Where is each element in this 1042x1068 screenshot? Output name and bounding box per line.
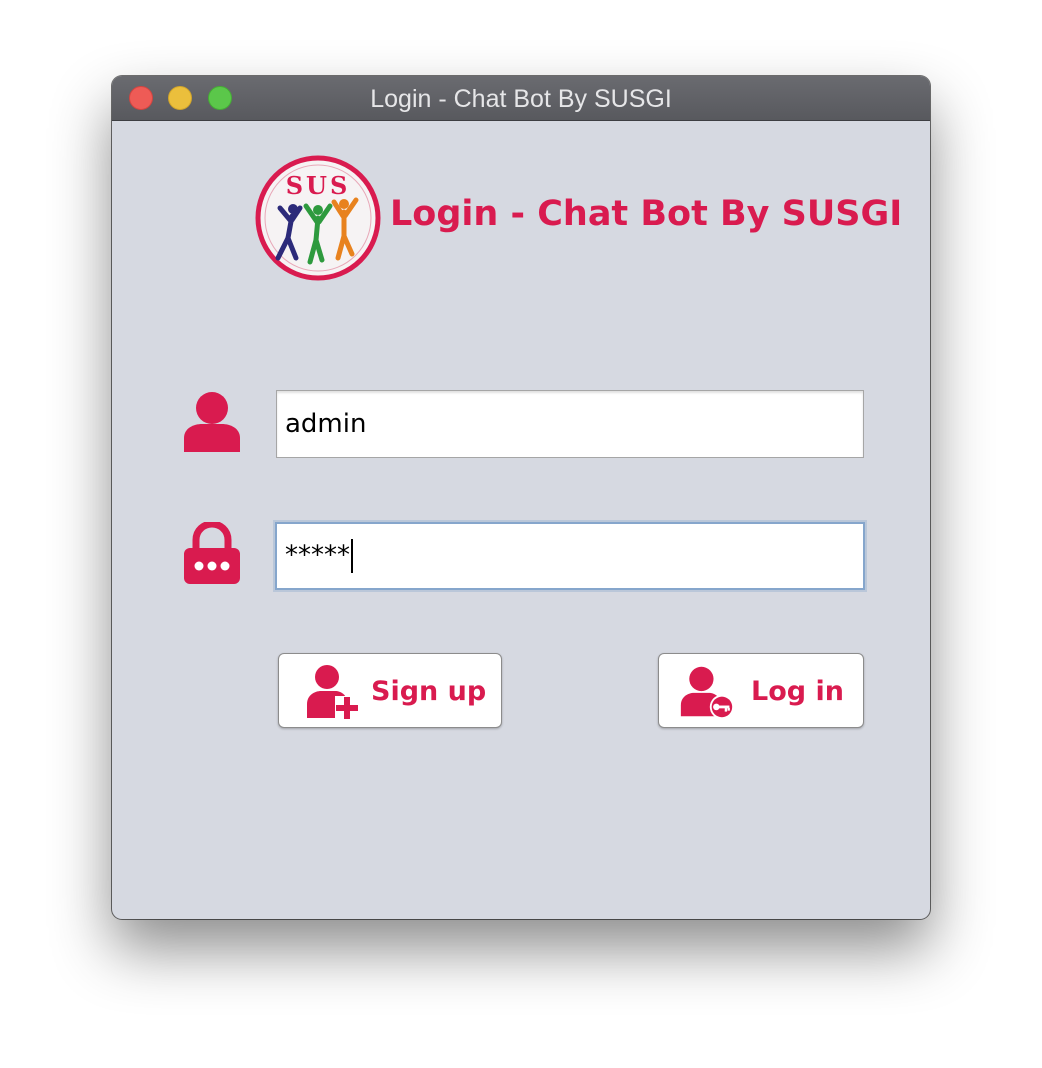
username-value: admin — [285, 409, 367, 439]
page-title: Login - Chat Bot By SUSGI — [390, 194, 903, 234]
user-icon — [184, 392, 240, 452]
add-user-icon — [307, 665, 359, 720]
password-text-wrap: ***** — [285, 539, 353, 573]
login-button-label: Log in — [751, 676, 844, 707]
text-caret — [351, 539, 353, 573]
user-key-icon — [680, 666, 735, 720]
login-button[interactable]: Log in — [658, 653, 864, 728]
susgi-logo: SUS — [255, 155, 381, 281]
login-window: Login - Chat Bot By SUSGI SUS Login - Ch… — [112, 76, 930, 919]
title-bar[interactable]: Login - Chat Bot By SUSGI — [112, 76, 930, 121]
username-field[interactable]: admin — [276, 390, 864, 458]
password-field[interactable]: ***** — [275, 522, 865, 590]
signup-button-label: Sign up — [371, 676, 487, 707]
window-title: Login - Chat Bot By SUSGI — [370, 85, 672, 113]
signup-button[interactable]: Sign up — [278, 653, 502, 728]
lock-icon — [184, 522, 240, 584]
password-value: ***** — [285, 540, 350, 571]
logo-text: SUS — [286, 171, 351, 200]
